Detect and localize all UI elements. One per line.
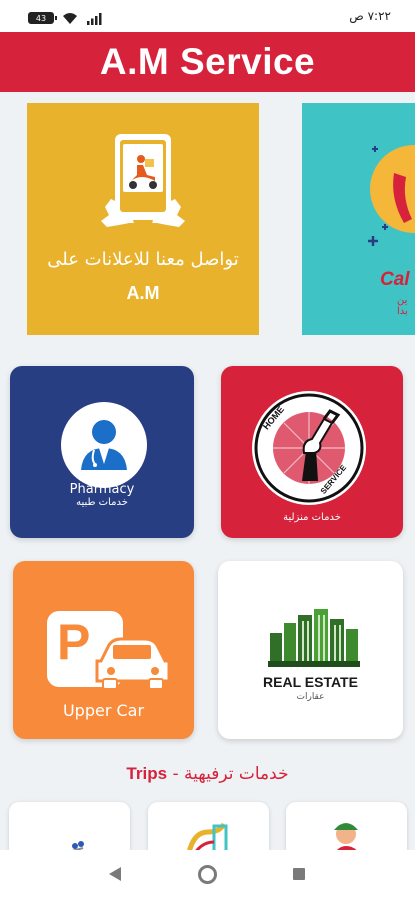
recent-apps-icon[interactable]	[293, 868, 305, 880]
back-icon[interactable]	[109, 867, 121, 881]
status-time: ٧:٢٢ ص	[349, 9, 391, 23]
section-title-english: Trips	[126, 764, 168, 783]
section-title-arabic: خدمات ترفيهية	[184, 764, 289, 784]
section-title-separator: -	[167, 764, 184, 784]
doctor-icon	[81, 420, 127, 470]
home-icon[interactable]	[198, 865, 217, 884]
section-title-trips: Trips - خدمات ترفيهية	[0, 764, 415, 784]
upper-car-label: Upper Car	[62, 701, 145, 720]
system-nav-bar	[0, 850, 415, 900]
card-home-service[interactable]: HOME SERVICE خدمات منزلية	[221, 366, 403, 538]
card-real-estate[interactable]: REAL ESTATE عقارات	[218, 561, 403, 739]
parking-sign-letter: P	[57, 614, 91, 670]
status-icons: 43	[28, 11, 102, 25]
ad-slide-brand: A.M	[126, 283, 160, 303]
home-service-label: خدمات منزلية	[283, 512, 341, 523]
card-pharmacy[interactable]: Pharmacy خدمات طبيه	[10, 366, 194, 538]
ad-slide-call-sub: ين بدا	[397, 295, 408, 317]
battery-icon: 43	[28, 12, 57, 24]
ad-slide-call[interactable]: Cal ين بدا	[302, 103, 415, 335]
pharmacy-title: Pharmacy	[69, 482, 135, 497]
battery-level: 43	[35, 13, 47, 23]
app-title: A.M Service	[99, 41, 316, 82]
status-bar: 43 ٧:٢٢ ص	[0, 0, 415, 32]
real-estate-title: REAL ESTATE	[263, 674, 358, 690]
wrench-fist-icon	[254, 393, 364, 503]
home-service-badge: HOME SERVICE	[252, 391, 366, 505]
wifi-icon	[63, 12, 77, 24]
ad-slide-call-title: Cal	[380, 269, 410, 290]
screen: 43 ٧:٢٢ ص A.M Service تواصل معنا للاعلان…	[0, 0, 415, 900]
doctor-avatar	[61, 402, 147, 488]
ad-carousel[interactable]: تواصل معنا للاعلانات على A.M Cal ين بدا	[0, 103, 415, 335]
card-upper-car[interactable]: P Upper Car	[13, 561, 194, 739]
app-bar: A.M Service	[0, 32, 415, 92]
delivery-phone-gear-icon	[101, 134, 185, 229]
pharmacy-subtitle: خدمات طبيه	[76, 497, 128, 508]
parking-car-icon	[47, 611, 171, 690]
ad-slide-contact[interactable]: تواصل معنا للاعلانات على A.M	[27, 103, 259, 335]
real-estate-subtitle: عقارات	[296, 692, 325, 702]
city-buildings-icon	[268, 609, 360, 667]
signal-icon	[87, 12, 102, 25]
ad-slide-text: تواصل معنا للاعلانات على	[47, 249, 239, 270]
